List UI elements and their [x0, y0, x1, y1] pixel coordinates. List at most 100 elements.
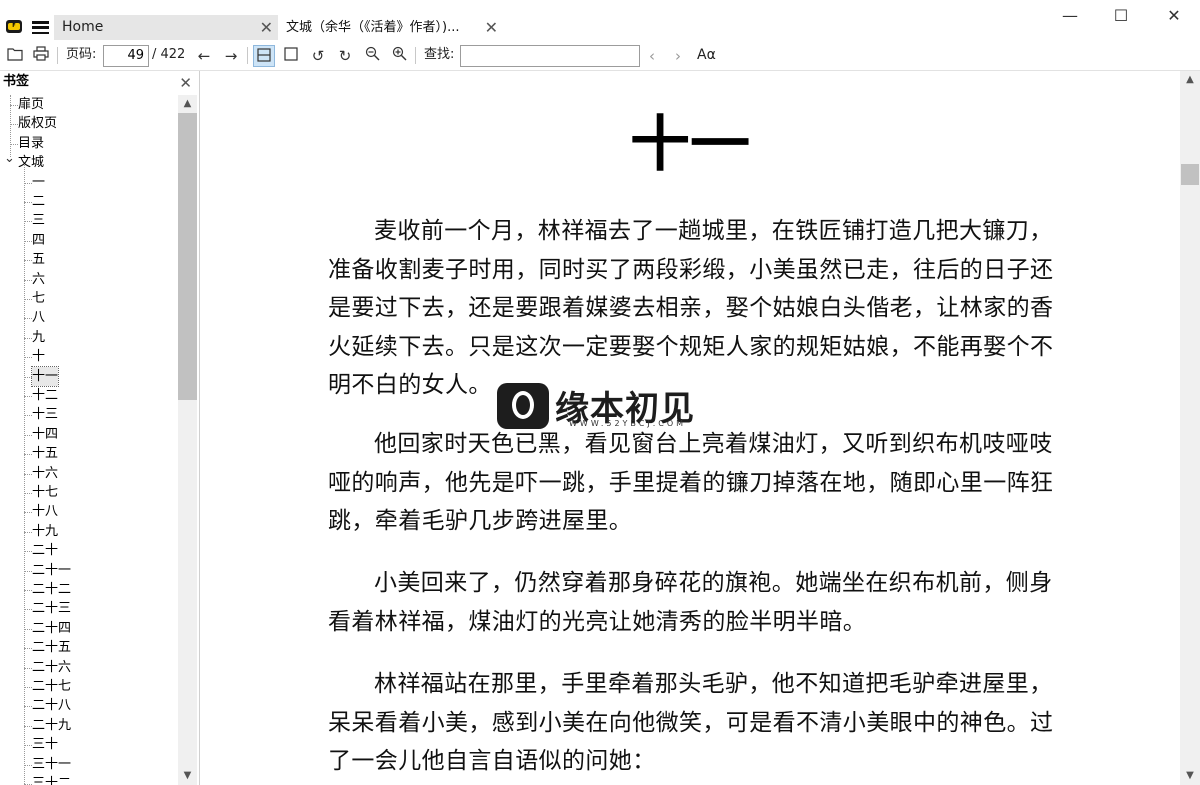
sidebar-item[interactable]: 一 [0, 173, 180, 192]
scroll-up-icon[interactable]: ▲ [178, 95, 197, 113]
sidebar-item[interactable]: 十四 [0, 425, 180, 444]
sidebar-item[interactable]: 三十 [0, 735, 180, 754]
sidebar-item-label: 文城 [18, 155, 45, 171]
minimize-button[interactable]: — [1057, 6, 1083, 26]
sidebar-item[interactable]: 十一 [0, 365, 180, 387]
sidebar-item[interactable]: 二十六 [0, 658, 180, 677]
sidebar-item[interactable]: 二十四 [0, 619, 180, 638]
scroll-down-icon[interactable]: ▼ [1180, 767, 1200, 785]
sidebar-item[interactable]: 二十七 [0, 677, 180, 696]
sidebar-item[interactable]: 文城 ⌄ [0, 151, 180, 172]
sidebar-item-label: 二十 [32, 543, 59, 559]
find-label: 查找: [424, 47, 455, 62]
sidebar-item[interactable]: 九 [0, 328, 180, 347]
sidebar-item-label: 十七 [32, 485, 59, 500]
sidebar-item[interactable]: 十九 [0, 522, 180, 541]
close-icon[interactable]: ✕ [179, 72, 192, 94]
prev-arrow-icon[interactable]: ← [193, 45, 215, 67]
tab-book[interactable]: 文城（余华（《活着》作者）)... ✕ [278, 15, 510, 40]
tree-connector [24, 609, 32, 611]
tree-connector [24, 202, 32, 203]
sidebar-item[interactable]: 三 [0, 211, 180, 230]
tree-connector [24, 221, 32, 223]
sidebar-item[interactable]: 二十九 [0, 716, 180, 735]
tree-connector [24, 376, 32, 378]
sidebar-item[interactable]: 版权页 [0, 114, 180, 133]
tab-home[interactable]: Home ✕ [54, 15, 278, 40]
single-page-icon[interactable] [280, 45, 302, 67]
sidebar-item-label: 八 [32, 310, 46, 326]
toolbar: 页码: 49 / 422 ← → ↺ ↻ 查找: ‹ › Aα [0, 40, 1200, 71]
next-arrow-icon[interactable]: → [220, 45, 242, 67]
continuous-layout-icon[interactable] [253, 45, 275, 67]
page-input[interactable]: 49 [103, 45, 149, 67]
app-logo-icon: F [6, 20, 22, 33]
sidebar-item[interactable]: 二十二 [0, 580, 180, 599]
open-folder-icon[interactable] [4, 45, 26, 67]
sidebar-item-label: 十 [32, 349, 46, 365]
scroll-up-icon[interactable]: ▲ [1180, 71, 1200, 89]
sidebar-item[interactable]: 八 [0, 308, 180, 327]
sidebar-item[interactable]: 目录 [0, 134, 180, 153]
tree-connector [24, 164, 25, 785]
sidebar-item[interactable]: 三十一 [0, 755, 180, 774]
document-scrollbar[interactable]: ▲ ▼ [1180, 71, 1200, 785]
sidebar-scrollbar[interactable]: ▲ ▼ [178, 95, 197, 785]
sidebar-item[interactable]: 十 [0, 347, 180, 366]
sidebar-item[interactable]: 三十二 [0, 774, 180, 785]
tree-connector [24, 648, 32, 650]
page-label: 页码: [66, 47, 97, 62]
rotate-right-icon[interactable]: ↻ [334, 45, 356, 67]
sidebar-item-label: 十三 [32, 407, 59, 423]
sidebar-item[interactable]: 二十三 [0, 599, 180, 618]
maximize-button[interactable]: ☐ [1108, 6, 1134, 26]
close-icon[interactable]: ✕ [260, 15, 273, 40]
sidebar-item[interactable]: 六 [0, 270, 180, 289]
sidebar-item[interactable]: 十五 [0, 444, 180, 463]
scroll-down-icon[interactable]: ▼ [178, 767, 197, 785]
sidebar-item-label: 十四 [32, 426, 59, 442]
sidebar-title: 书签 [3, 74, 30, 89]
sidebar-item[interactable]: 五 [0, 250, 180, 269]
chapter-title: 十一 [630, 110, 750, 180]
paragraph: 林祥福站在那里，手里牵着那头毛驴，他不知道把毛驴牵进屋里，呆呆看着小美，感到小美… [328, 671, 1054, 774]
sidebar-item-label: 九 [32, 329, 46, 345]
sidebar-item-label: 十九 [32, 523, 59, 539]
sidebar-item[interactable]: 二十 [0, 541, 180, 560]
find-next-icon[interactable]: › [667, 45, 689, 67]
sidebar-item[interactable]: 二十一 [0, 561, 180, 580]
font-settings-button[interactable]: Aα [697, 45, 716, 65]
sidebar-item-label: 七 [32, 291, 46, 306]
sidebar-header: 书签 ✕ [0, 71, 198, 93]
close-icon[interactable]: ✕ [485, 15, 498, 40]
tree-connector [24, 667, 32, 669]
sidebar-item[interactable]: 二 [0, 192, 180, 211]
close-window-button[interactable]: ✕ [1161, 6, 1187, 26]
sidebar-item[interactable]: 十六 [0, 464, 180, 483]
paragraph: 小美回来了，仍然穿着那身碎花的旗袍。她端坐在织布机前，侧身看着林祥福，煤油灯的光… [328, 570, 1053, 635]
sidebar-item[interactable]: 十七 [0, 483, 180, 502]
sidebar-item[interactable]: 七 [0, 289, 180, 308]
tree-connector [10, 124, 18, 126]
rotate-left-icon[interactable]: ↺ [307, 45, 329, 67]
zoom-out-icon[interactable] [361, 45, 383, 67]
sidebar-item[interactable]: 二十八 [0, 696, 180, 715]
zoom-in-icon[interactable] [388, 45, 410, 67]
sidebar-item[interactable]: 十三 [0, 405, 180, 424]
sidebar-item[interactable]: 十二 [0, 386, 180, 405]
find-input[interactable] [460, 45, 640, 67]
paragraph: 他回家时天色已黑，看见窗台上亮着煤油灯，又听到织布机吱哑吱哑的响声，他先是吓一跳… [328, 431, 1054, 534]
tree-connector [24, 318, 32, 320]
sidebar-item[interactable]: 二十五 [0, 638, 180, 657]
scroll-thumb[interactable] [1181, 164, 1199, 185]
find-prev-icon[interactable]: ‹ [641, 45, 663, 67]
tree-connector [24, 687, 32, 688]
scroll-thumb[interactable] [178, 113, 197, 400]
sidebar-item[interactable]: 扉页 [0, 95, 180, 114]
print-icon[interactable] [30, 45, 52, 67]
sidebar-item-label: 三十 [32, 737, 59, 753]
tree-connector [24, 706, 32, 708]
menu-icon[interactable] [32, 21, 49, 35]
sidebar-item[interactable]: 十八 [0, 502, 180, 521]
sidebar-item[interactable]: 四 [0, 231, 180, 250]
